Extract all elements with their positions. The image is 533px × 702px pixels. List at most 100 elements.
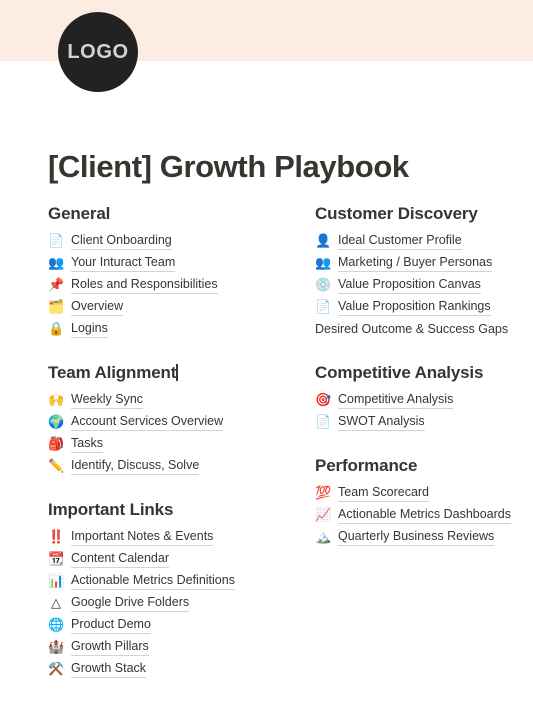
section-heading-team-alignment[interactable]: Team Alignment: [48, 362, 176, 384]
pushpin-icon: 📌: [48, 277, 64, 292]
link-label: Team Scorecard: [338, 484, 430, 502]
section-general: General 📄 Client Onboarding 👥 Your Inturact …: [48, 203, 259, 340]
folder-icon: 🗂️: [48, 299, 64, 314]
link-item[interactable]: 📈 Actionable Metrics Dashboards: [315, 504, 533, 526]
left-column: General 📄 Client Onboarding 👥 Your Inturact …: [0, 203, 259, 702]
castle-icon: 🏰: [48, 639, 64, 654]
link-label: SWOT Analysis: [338, 413, 425, 431]
link-item[interactable]: 🗂️ Overview: [48, 296, 259, 318]
person-silhouette-icon: 👤: [315, 233, 331, 248]
link-item[interactable]: ⚒️ Growth Stack: [48, 658, 259, 680]
page-title[interactable]: [Client] Growth Playbook: [48, 147, 409, 187]
chart-increasing-icon: 📈: [315, 507, 331, 522]
link-item[interactable]: 🌐 Product Demo: [48, 614, 259, 636]
two-people-icon: 👥: [315, 255, 331, 270]
right-column: Customer Discovery 👤 Ideal Customer Profil…: [259, 203, 533, 702]
link-item[interactable]: 🔒 Logins: [48, 318, 259, 340]
hammer-and-wrench-icon: ⚒️: [48, 661, 64, 676]
link-label: Weekly Sync: [71, 391, 144, 409]
link-label: Actionable Metrics Definitions: [71, 572, 235, 590]
link-item[interactable]: 🏔️ Quarterly Business Reviews: [315, 526, 533, 548]
link-item[interactable]: 🙌 Weekly Sync: [48, 389, 259, 411]
link-item[interactable]: ✏️ Identify, Discuss, Solve: [48, 455, 259, 477]
section-performance: Performance 💯 Team Scorecard 📈 Actionable Me…: [315, 455, 533, 548]
link-label: Product Demo: [71, 616, 151, 634]
globe-icon: 🌍: [48, 414, 64, 429]
link-label: Roles and Responsibilities: [71, 276, 218, 294]
page-icon: 📄: [48, 233, 64, 248]
globe-meridians-icon: 🌐: [48, 617, 64, 632]
link-item[interactable]: 🌍 Account Services Overview: [48, 411, 259, 433]
link-label: Logins: [71, 320, 108, 338]
link-item[interactable]: ‼️ Important Notes & Events: [48, 526, 259, 548]
link-label: Quarterly Business Reviews: [338, 528, 495, 546]
compass-disc-icon: 💿: [315, 277, 331, 292]
link-label: Account Services Overview: [71, 413, 224, 431]
link-item[interactable]: 🎯 Competitive Analysis: [315, 389, 533, 411]
link-label: Value Proposition Rankings: [338, 298, 491, 316]
link-label: Important Notes & Events: [71, 528, 214, 546]
link-label: Value Proposition Canvas: [338, 276, 481, 294]
section-competitive-analysis: Competitive Analysis 🎯 Competitive Analysi…: [315, 362, 533, 433]
link-item[interactable]: 👥 Marketing / Buyer Personas: [315, 252, 533, 274]
link-label: Marketing / Buyer Personas: [338, 254, 493, 272]
section-team-alignment: Team Alignment 🙌 Weekly Sync 🌍 Account Servi…: [48, 362, 259, 477]
section-important-links: Important Links ‼️ Important Notes & Event…: [48, 499, 259, 680]
content-columns: General 📄 Client Onboarding 👥 Your Inturact …: [0, 203, 533, 702]
raised-hands-icon: 🙌: [48, 392, 64, 407]
red-sack-icon: 🎒: [48, 436, 64, 451]
mountain-icon: 🏔️: [315, 529, 331, 544]
section-heading-performance[interactable]: Performance: [315, 455, 417, 477]
logo-text: LOGO: [67, 40, 129, 63]
page-icon: 📄: [315, 414, 331, 429]
link-item[interactable]: 🎒 Tasks: [48, 433, 259, 455]
calendar-icon: 📆: [48, 551, 64, 566]
link-item[interactable]: 👤 Ideal Customer Profile: [315, 230, 533, 252]
link-label: Overview: [71, 298, 124, 316]
text-label: Desired Outcome & Success Gaps: [315, 321, 509, 336]
link-label: Your Inturact Team: [71, 254, 176, 272]
link-label: Actionable Metrics Dashboards: [338, 506, 511, 524]
section-heading-customer-discovery[interactable]: Customer Discovery: [315, 203, 478, 225]
link-item[interactable]: 👥 Your Inturact Team: [48, 252, 259, 274]
link-item[interactable]: 📆 Content Calendar: [48, 548, 259, 570]
link-item[interactable]: 📌 Roles and Responsibilities: [48, 274, 259, 296]
lock-icon: 🔒: [48, 321, 64, 336]
link-label: Growth Pillars: [71, 638, 149, 656]
logo-avatar[interactable]: LOGO: [58, 12, 138, 92]
link-item[interactable]: 💿 Value Proposition Canvas: [315, 274, 533, 296]
link-label: Growth Stack: [71, 660, 147, 678]
link-item[interactable]: 📄 Value Proposition Rankings: [315, 296, 533, 318]
section-heading-general[interactable]: General: [48, 203, 110, 225]
link-item[interactable]: △ Google Drive Folders: [48, 592, 259, 614]
text-item: Desired Outcome & Success Gaps: [315, 318, 533, 340]
bar-chart-icon: 📊: [48, 573, 64, 588]
link-label: Tasks: [71, 435, 103, 453]
hundred-points-icon: 💯: [315, 485, 331, 500]
link-item[interactable]: 📄 Client Onboarding: [48, 230, 259, 252]
link-item[interactable]: 📊 Actionable Metrics Definitions: [48, 570, 259, 592]
link-item[interactable]: 📄 SWOT Analysis: [315, 411, 533, 433]
link-label: Competitive Analysis: [338, 391, 454, 409]
dart-target-icon: 🎯: [315, 392, 331, 407]
section-heading-important-links[interactable]: Important Links: [48, 499, 173, 521]
section-heading-competitive-analysis[interactable]: Competitive Analysis: [315, 362, 483, 384]
double-exclamation-icon: ‼️: [48, 529, 64, 544]
section-customer-discovery: Customer Discovery 👤 Ideal Customer Profil…: [315, 203, 533, 340]
google-drive-icon: △: [51, 595, 61, 610]
pencil-icon: ✏️: [48, 458, 64, 473]
link-item[interactable]: 💯 Team Scorecard: [315, 482, 533, 504]
link-label: Identify, Discuss, Solve: [71, 457, 200, 475]
link-label: Content Calendar: [71, 550, 169, 568]
page-icon: 📄: [315, 299, 331, 314]
link-item[interactable]: 🏰 Growth Pillars: [48, 636, 259, 658]
link-label: Google Drive Folders: [71, 594, 190, 612]
two-people-icon: 👥: [48, 255, 64, 270]
link-label: Ideal Customer Profile: [338, 232, 462, 250]
link-label: Client Onboarding: [71, 232, 172, 250]
